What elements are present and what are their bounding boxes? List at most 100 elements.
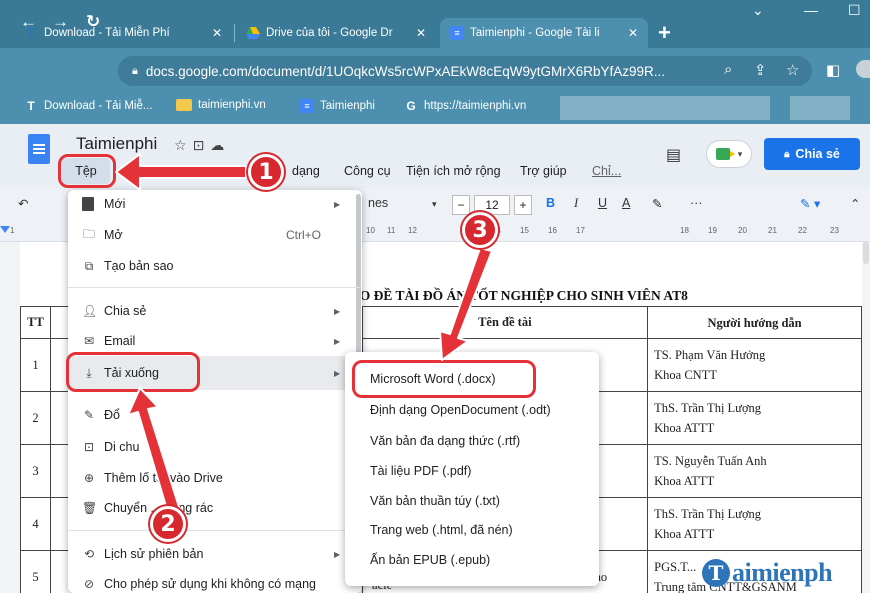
- row-number: 4: [20, 497, 51, 551]
- chevron-down-icon[interactable]: ▾: [432, 199, 437, 210]
- highlight-box-file-menu: [58, 154, 116, 188]
- decrease-font-button[interactable]: −: [452, 195, 470, 215]
- menu-last-edit[interactable]: Chỉ...: [592, 164, 621, 178]
- share-page-icon[interactable]: ⇪: [754, 61, 767, 79]
- meet-camera-icon: [715, 148, 735, 160]
- bookmark-taimienphi-doc[interactable]: ≡ Taimienphi: [300, 99, 375, 113]
- ruler-tick: 1: [10, 226, 15, 235]
- menu-item-make-copy[interactable]: ⧉ Tạo bản sao: [68, 252, 362, 280]
- move-folder-icon[interactable]: ⊡: [193, 137, 211, 153]
- zoom-icon[interactable]: ⌕: [724, 61, 732, 78]
- underline-icon[interactable]: U: [598, 196, 607, 210]
- more-options-icon[interactable]: ···: [690, 196, 703, 210]
- scrollbar-thumb[interactable]: [863, 242, 869, 264]
- indent-marker[interactable]: [0, 226, 10, 233]
- address-bar[interactable]: 🔒︎ docs.google.com/document/d/1UOqkcWs5r…: [118, 56, 812, 86]
- document-title[interactable]: Taimienphi: [76, 134, 157, 154]
- blurred-bookmarks: [790, 96, 850, 120]
- side-panel-icon[interactable]: ◧: [826, 61, 840, 79]
- download-txt[interactable]: Văn bản thuần túy (.txt): [345, 486, 599, 516]
- minimize-icon[interactable]: —: [804, 2, 818, 18]
- highlight-box-docx: [352, 360, 536, 398]
- close-tab-icon[interactable]: ✕: [416, 26, 426, 40]
- rename-icon: ✎: [83, 408, 95, 422]
- url-text: docs.google.com/document/d/1UOqkcWs5rcWP…: [145, 63, 666, 79]
- back-arrow-icon[interactable]: ←: [20, 12, 37, 32]
- star-icon[interactable]: ☆: [174, 137, 193, 153]
- comment-history-icon[interactable]: ▤: [666, 145, 681, 165]
- download-pdf[interactable]: Tài liệu PDF (.pdf): [345, 456, 599, 486]
- menu-item-offline[interactable]: ⊘ Cho phép sử dụng khi không có mạng: [68, 570, 362, 593]
- highlight-pen-icon[interactable]: ✎: [652, 196, 662, 211]
- download-epub[interactable]: Ấn bản EPUB (.epub): [345, 545, 599, 575]
- menu-item-version-history[interactable]: ⟲ Lịch sử phiên bản ▶: [68, 540, 362, 568]
- menu-item-move[interactable]: ⊡ Di chu: [68, 433, 362, 461]
- cloud-status-icon: ☁: [210, 137, 231, 153]
- bookmark-download-taimienphi[interactable]: T Download - Tải Miễ...: [24, 99, 152, 113]
- submenu-arrow-icon: ▶: [334, 306, 341, 316]
- menu-extensions[interactable]: Tiện ích mở rộng: [406, 164, 501, 178]
- italic-icon[interactable]: I: [574, 196, 578, 211]
- hide-menus-icon[interactable]: ⌃: [850, 196, 860, 211]
- forward-arrow-icon[interactable]: →: [52, 12, 69, 32]
- tab-search-chevron-icon[interactable]: ⌄: [752, 2, 764, 19]
- download-odt[interactable]: Định dạng OpenDocument (.odt): [345, 395, 599, 425]
- new-tab-button[interactable]: +: [658, 20, 671, 46]
- submenu-arrow-icon: ▶: [334, 336, 341, 346]
- share-button[interactable]: 🔒︎ Chia sẻ: [764, 138, 860, 170]
- bookmark-label: taimienphi.vn: [198, 99, 266, 111]
- bookmark-star-icon[interactable]: ☆: [786, 61, 799, 79]
- watermark-text: aimienph: [732, 558, 833, 587]
- menu-item-rename[interactable]: ✎ Đổ: [68, 401, 362, 429]
- menu-item-trash[interactable]: 🗑︎ Chuyển ... hùng rác: [68, 494, 362, 522]
- bold-icon[interactable]: B: [546, 196, 555, 210]
- tab-label: Drive của tôi - Google Dr: [266, 27, 393, 39]
- reload-icon[interactable]: ↻: [86, 12, 100, 32]
- menu-item-open[interactable]: 🗀 Mở Ctrl+O: [68, 221, 362, 249]
- download-rtf[interactable]: Văn bản đa dạng thức (.rtf): [345, 426, 599, 456]
- font-select[interactable]: nes: [368, 196, 388, 210]
- document-heading: AO ĐỀ TÀI ĐỒ ÁN TỐT NGHIỆP CHO SINH VIÊN…: [350, 288, 688, 303]
- google-docs-favicon: ≡: [300, 99, 314, 113]
- row-number: 2: [20, 391, 51, 445]
- maximize-icon[interactable]: ☐: [848, 2, 861, 19]
- tab-google-drive[interactable]: Drive của tôi - Google Dr ✕: [236, 18, 436, 48]
- email-icon: ✉: [83, 334, 95, 348]
- undo-icon[interactable]: ↶: [18, 196, 28, 211]
- copy-icon: ⧉: [84, 258, 94, 273]
- chevron-down-icon: ▾: [737, 148, 743, 159]
- row-number: 1: [20, 338, 51, 392]
- drive-shortcut-icon: ⊕: [83, 471, 95, 485]
- profile-avatar[interactable]: [856, 60, 870, 78]
- share-label: Chia sẻ: [795, 147, 840, 161]
- menu-help[interactable]: Trợ giúp: [520, 164, 567, 178]
- editing-mode-icon[interactable]: ✎ ▾: [800, 196, 820, 211]
- ruler-tick: 21: [768, 226, 777, 235]
- menu-item-email[interactable]: ✉ Email ▶: [68, 327, 362, 355]
- menu-item-share[interactable]: 👤︎ Chia sẻ ▶: [68, 297, 362, 325]
- text-color-icon[interactable]: A: [622, 196, 630, 210]
- tab-google-docs-active[interactable]: ≡ Taimienphi - Google Tài li ✕: [440, 18, 648, 48]
- history-icon: ⟲: [83, 547, 95, 561]
- increase-font-button[interactable]: +: [514, 195, 532, 215]
- google-docs-logo-icon[interactable]: [28, 134, 50, 164]
- lock-icon: 🔒︎: [784, 148, 790, 160]
- close-tab-icon[interactable]: ✕: [628, 26, 638, 40]
- step-badge-1: 1: [248, 154, 284, 190]
- vertical-scrollbar[interactable]: [862, 242, 870, 593]
- tab-download-taimienphi[interactable]: T Download - Tải Miễn Phí ✕: [14, 18, 232, 48]
- tab-separator: [234, 24, 235, 42]
- menu-tools[interactable]: Công cụ: [344, 164, 391, 178]
- ruler-tick: 18: [680, 226, 689, 235]
- meet-button[interactable]: ▾: [706, 140, 752, 168]
- menu-item-new[interactable]: Mới ▶: [68, 190, 362, 218]
- menu-format[interactable]: dạng: [292, 164, 320, 178]
- bookmark-https-taimienphi[interactable]: G https://taimienphi.vn: [404, 99, 526, 113]
- submenu-arrow-icon: ▶: [334, 368, 341, 378]
- close-tab-icon[interactable]: ✕: [212, 26, 222, 40]
- google-favicon: G: [406, 99, 416, 113]
- advisor-cell: TS. Nguyễn Tuấn Anh Khoa ATTT: [647, 444, 862, 498]
- bookmark-taimienphi-vn[interactable]: taimienphi.vn: [176, 99, 266, 111]
- menu-item-add-shortcut[interactable]: ⊕ Thêm lố tắt vào Drive: [68, 464, 362, 492]
- download-html[interactable]: Trang web (.html, đã nén): [345, 515, 599, 545]
